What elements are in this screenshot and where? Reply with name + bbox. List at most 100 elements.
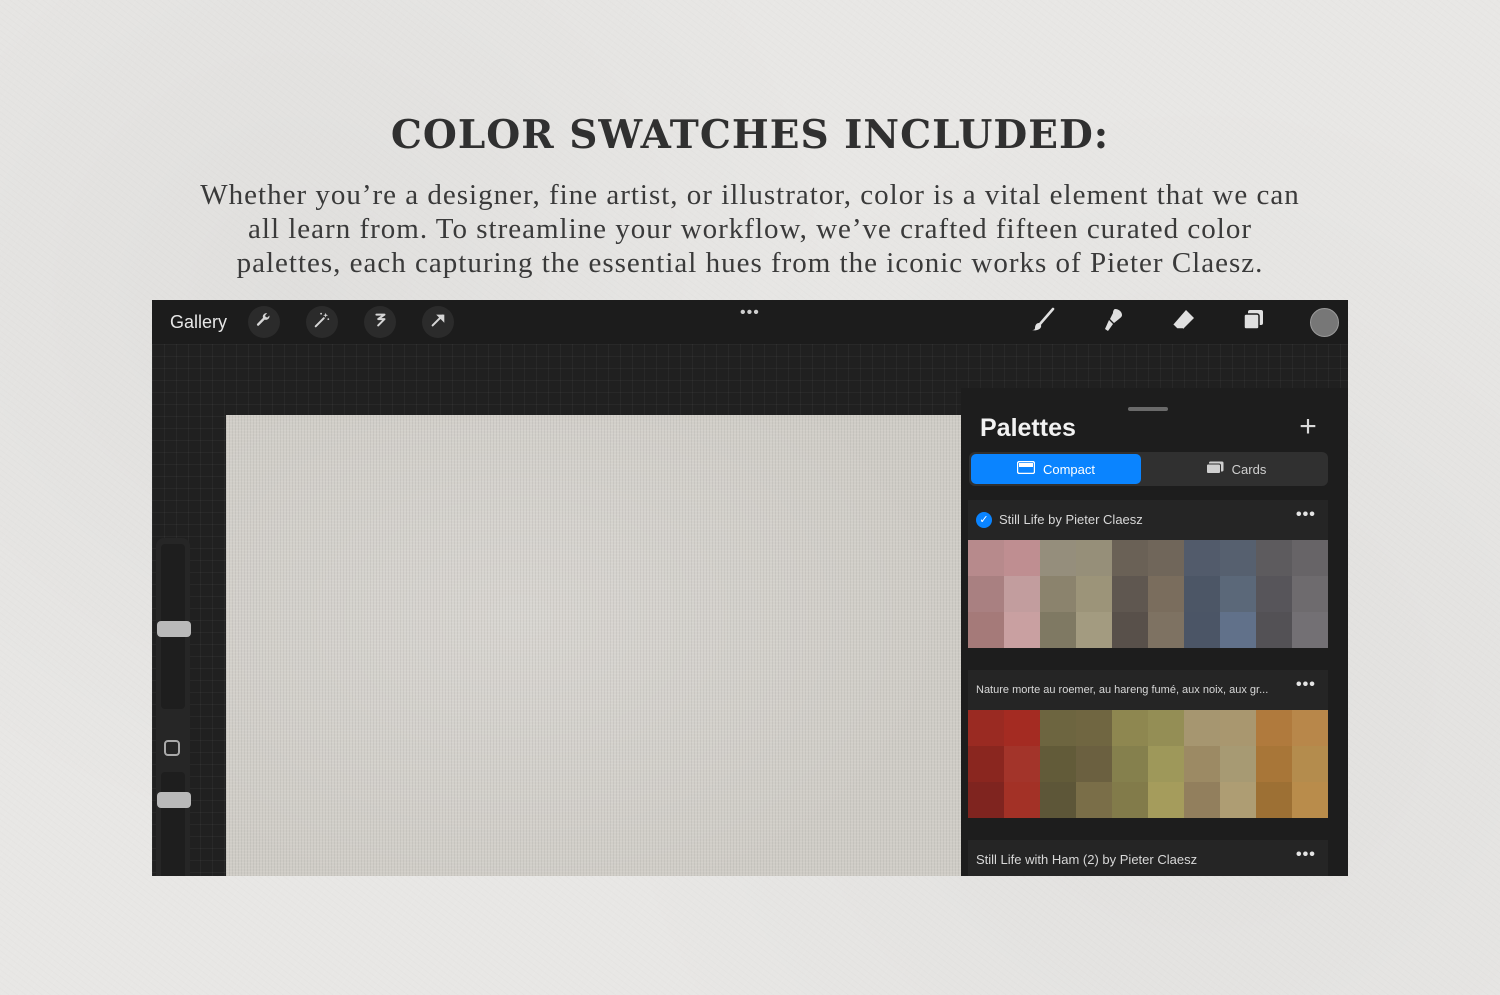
color-swatch[interactable]: [1148, 540, 1184, 576]
swatch-grid: [968, 540, 1328, 648]
brush-size-knob[interactable]: [157, 621, 191, 637]
color-swatch[interactable]: [1076, 782, 1112, 818]
actions-button[interactable]: [248, 306, 280, 338]
color-swatch[interactable]: [1004, 710, 1040, 746]
transform-button[interactable]: [422, 306, 454, 338]
color-picker-button[interactable]: [1310, 308, 1339, 337]
selection-icon: [371, 311, 389, 334]
color-swatch[interactable]: [968, 710, 1004, 746]
color-swatch[interactable]: [1220, 746, 1256, 782]
eraser-tool-button[interactable]: [1166, 306, 1200, 338]
color-swatch[interactable]: [968, 612, 1004, 648]
color-swatch[interactable]: [1004, 612, 1040, 648]
color-swatch[interactable]: [1112, 782, 1148, 818]
modify-square-icon[interactable]: [164, 740, 180, 756]
sidebar-sliders: [156, 538, 191, 876]
color-swatch[interactable]: [968, 576, 1004, 612]
color-swatch[interactable]: [1148, 710, 1184, 746]
swatch-grid: [968, 710, 1328, 818]
color-swatch[interactable]: [1040, 710, 1076, 746]
color-swatch[interactable]: [1112, 710, 1148, 746]
color-swatch[interactable]: [1148, 746, 1184, 782]
color-swatch[interactable]: [968, 540, 1004, 576]
color-swatch[interactable]: [1292, 746, 1328, 782]
color-swatch[interactable]: [1040, 540, 1076, 576]
palette-card[interactable]: Nature morte au roemer, au hareng fumé, …: [968, 670, 1328, 818]
adjustments-button[interactable]: [306, 306, 338, 338]
color-swatch[interactable]: [1220, 612, 1256, 648]
palette-more-button[interactable]: •••: [1296, 846, 1316, 864]
color-swatch[interactable]: [1184, 576, 1220, 612]
brush-icon: [1029, 306, 1057, 339]
color-swatch[interactable]: [1004, 576, 1040, 612]
color-swatch[interactable]: [1112, 612, 1148, 648]
color-swatch[interactable]: [1256, 576, 1292, 612]
color-swatch[interactable]: [1220, 710, 1256, 746]
tab-cards-label: Cards: [1231, 461, 1267, 477]
color-swatch[interactable]: [1256, 710, 1292, 746]
color-swatch[interactable]: [1256, 540, 1292, 576]
magic-wand-icon: [313, 311, 331, 334]
tab-compact[interactable]: Compact: [971, 454, 1141, 484]
layers-button[interactable]: [1236, 306, 1270, 338]
color-swatch[interactable]: [1040, 746, 1076, 782]
color-swatch[interactable]: [1148, 782, 1184, 818]
color-swatch[interactable]: [1256, 612, 1292, 648]
paint-tool-button[interactable]: [1026, 306, 1060, 338]
palette-more-button[interactable]: •••: [1296, 676, 1316, 694]
color-swatch[interactable]: [1076, 612, 1112, 648]
color-swatch[interactable]: [1148, 612, 1184, 648]
color-swatch[interactable]: [1076, 710, 1112, 746]
gallery-button[interactable]: Gallery: [170, 312, 227, 333]
color-swatch[interactable]: [1004, 746, 1040, 782]
color-swatch[interactable]: [1004, 782, 1040, 818]
color-swatch[interactable]: [1076, 746, 1112, 782]
panel-title: Palettes: [980, 414, 1076, 442]
color-swatch[interactable]: [1076, 540, 1112, 576]
transform-arrow-icon: [429, 311, 447, 334]
color-swatch[interactable]: [1220, 540, 1256, 576]
color-swatch[interactable]: [1292, 576, 1328, 612]
color-swatch[interactable]: [1040, 782, 1076, 818]
tab-cards[interactable]: Cards: [1151, 454, 1321, 484]
color-swatch[interactable]: [1148, 576, 1184, 612]
add-palette-button[interactable]: +: [1294, 412, 1322, 442]
color-swatch[interactable]: [1184, 746, 1220, 782]
drawing-canvas[interactable]: [226, 415, 961, 876]
palette-card[interactable]: ✓ Still Life by Pieter Claesz •••: [968, 500, 1328, 648]
color-swatch[interactable]: [1292, 612, 1328, 648]
opacity-knob[interactable]: [157, 792, 191, 808]
color-swatch[interactable]: [1184, 782, 1220, 818]
color-swatch[interactable]: [1112, 540, 1148, 576]
color-swatch[interactable]: [1184, 710, 1220, 746]
color-swatch[interactable]: [1040, 576, 1076, 612]
color-swatch[interactable]: [1292, 710, 1328, 746]
color-swatch[interactable]: [1292, 540, 1328, 576]
color-swatch[interactable]: [1112, 576, 1148, 612]
color-swatch[interactable]: [1256, 782, 1292, 818]
default-check-icon[interactable]: ✓: [976, 512, 992, 528]
color-swatch[interactable]: [1040, 612, 1076, 648]
color-swatch[interactable]: [1076, 576, 1112, 612]
color-swatch[interactable]: [1004, 540, 1040, 576]
color-swatch[interactable]: [968, 782, 1004, 818]
compact-view-icon: [1016, 460, 1036, 477]
color-swatch[interactable]: [1256, 746, 1292, 782]
eraser-icon: [1169, 306, 1197, 339]
color-swatch[interactable]: [1112, 746, 1148, 782]
opacity-slider[interactable]: [157, 772, 191, 876]
color-swatch[interactable]: [1184, 612, 1220, 648]
color-swatch[interactable]: [968, 746, 1004, 782]
color-swatch[interactable]: [1220, 782, 1256, 818]
palette-more-button[interactable]: •••: [1296, 506, 1316, 524]
smudge-tool-button[interactable]: [1096, 306, 1130, 338]
panel-grab-handle[interactable]: [1128, 407, 1168, 411]
more-options-dots[interactable]: •••: [740, 304, 760, 322]
selection-button[interactable]: [364, 306, 396, 338]
color-swatch[interactable]: [1220, 576, 1256, 612]
view-mode-segmented-control: Compact Cards: [969, 452, 1328, 486]
palette-card[interactable]: Still Life with Ham (2) by Pieter Claesz…: [968, 840, 1328, 876]
brush-size-slider[interactable]: [157, 544, 191, 709]
color-swatch[interactable]: [1292, 782, 1328, 818]
color-swatch[interactable]: [1184, 540, 1220, 576]
